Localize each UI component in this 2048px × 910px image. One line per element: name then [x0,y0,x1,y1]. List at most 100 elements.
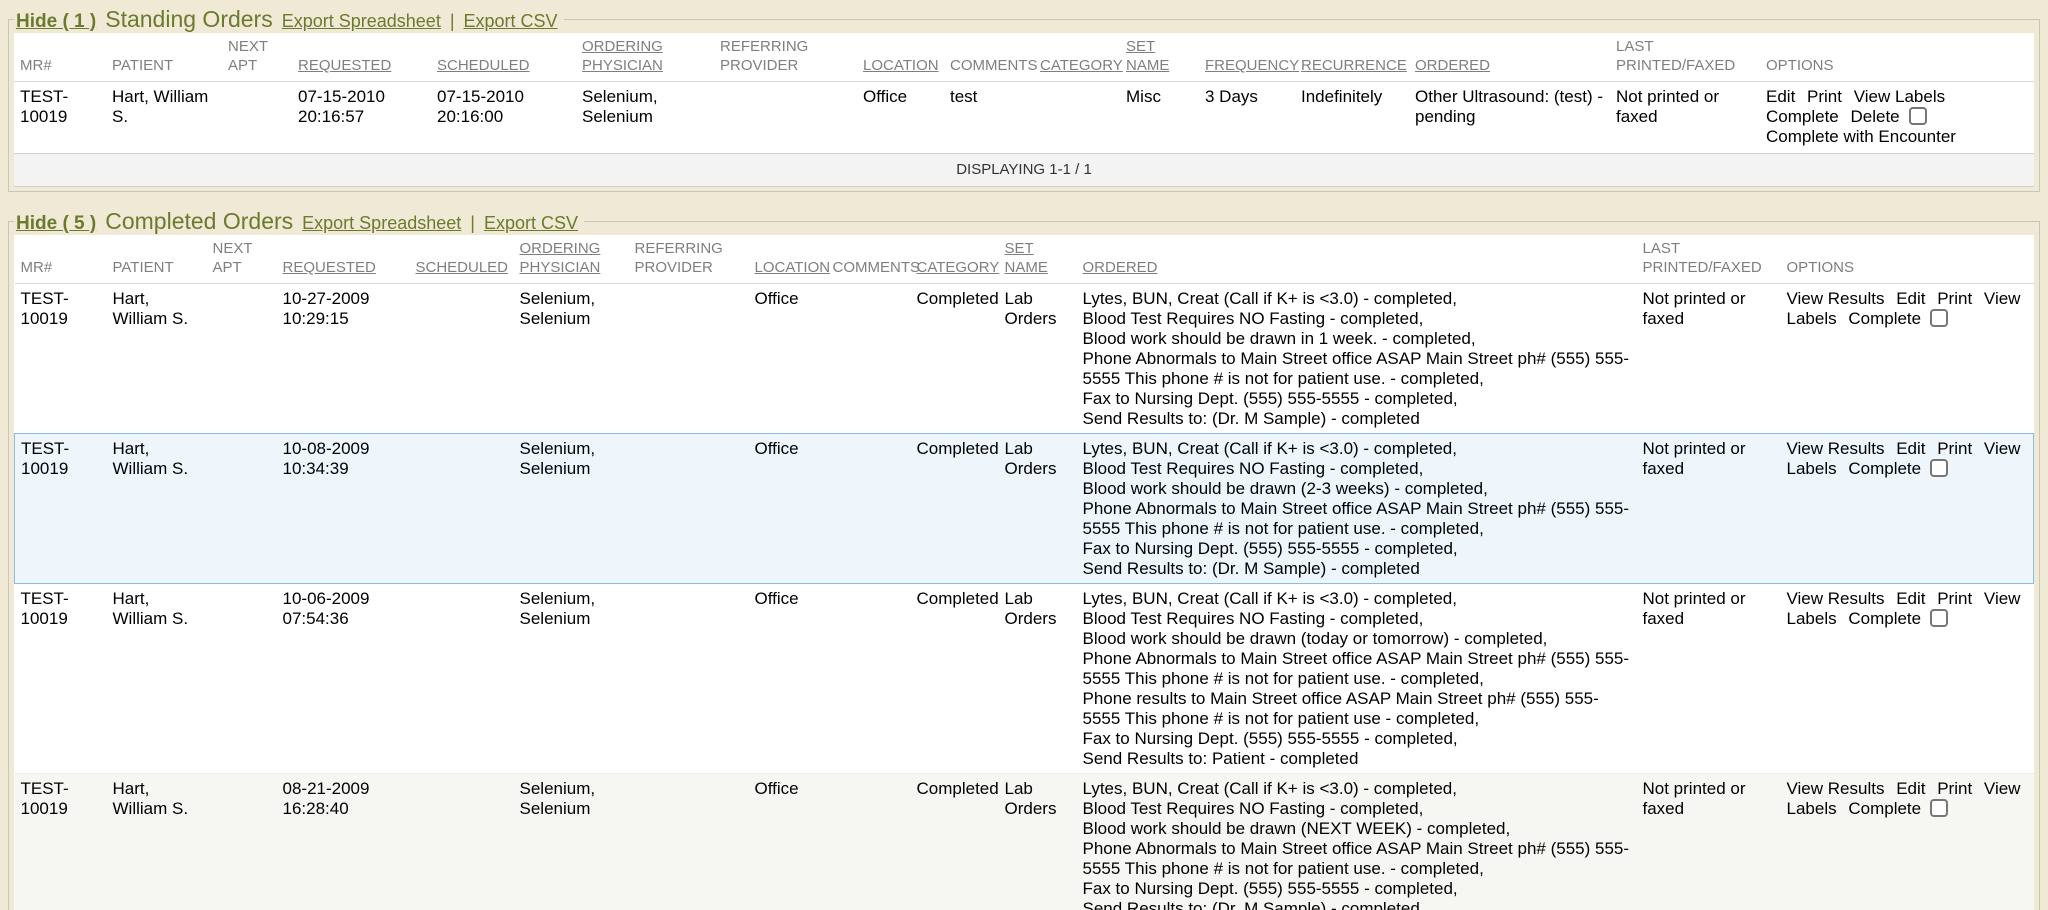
ordered-item: Send Results to: (Dr. M Sample) - comple… [1083,409,1633,429]
col-options: OPTIONS [1785,235,2034,284]
completed-export-csv-link[interactable]: Export CSV [484,213,578,234]
print-link[interactable]: Print [1937,589,1972,608]
cell-options: View Results Edit Print View Labels Comp… [1785,584,2034,774]
cell-ordered: Other Ultrasound: (test) - pending [1413,82,1614,152]
view-results-link[interactable]: View Results [1787,289,1885,308]
delete-link[interactable]: Delete [1851,107,1900,126]
completed-orders-table-container: MR# PATIENT NEXT APT REQUESTED SCHEDULED… [14,235,2034,910]
cell-set-name: Misc [1124,82,1203,152]
cell-frequency: 3 Days [1203,82,1299,152]
col-options: OPTIONS [1764,33,2034,82]
col-frequency-sort[interactable]: FREQUENCY [1203,33,1299,82]
ordered-item: Blood Test Requires NO Fasting - complet… [1083,609,1633,629]
ordered-item: Fax to Nursing Dept. (555) 555-5555 - co… [1083,729,1633,749]
view-results-link[interactable]: View Results [1787,589,1885,608]
completed-order-row-3: TEST-10019 Hart, William S. 10-06-2009 0… [15,584,2034,774]
view-results-link[interactable]: View Results [1787,439,1885,458]
completed-section-title: Completed Orders [105,208,293,235]
completed-order-row-4: TEST-10019 Hart, William S. 08-21-2009 1… [15,774,2034,910]
completed-order-checkbox[interactable] [1930,459,1948,477]
standing-order-checkbox[interactable] [1909,107,1927,125]
ordered-item: Send Results to: (Dr. M Sample) - comple… [1083,559,1633,579]
cell-requested: 08-21-2009 16:28:40 [281,774,414,910]
cell-patient: Hart, William S. [111,434,211,584]
cell-mr: TEST-10019 [15,584,111,774]
cell-next-apt [226,82,296,152]
complete-with-encounter-link[interactable]: Complete with Encounter [1766,127,2019,147]
complete-link[interactable]: Complete [1848,609,1921,628]
col-scheduled-sort[interactable]: SCHEDULED [414,235,518,284]
edit-link[interactable]: Edit [1896,779,1925,798]
ordered-item: Lytes, BUN, Creat (Call if K+ is <3.0) -… [1083,589,1633,609]
cell-last-printed-faxed: Not printed or faxed [1641,284,1785,434]
cell-set-name: Lab Orders [1003,434,1081,584]
col-comments: COMMENTS [831,235,915,284]
col-ordering-physician-sort[interactable]: ORDERING PHYSICIAN [580,33,718,82]
col-set-name-sort[interactable]: SET NAME [1003,235,1081,284]
col-recurrence-sort[interactable]: RECURRENCE [1299,33,1413,82]
view-results-link[interactable]: View Results [1787,779,1885,798]
ordered-item: Phone results to Main Street office ASAP… [1083,689,1633,729]
col-patient: PATIENT [110,33,226,82]
col-referring-provider: REFERRING PROVIDER [633,235,753,284]
cell-patient: Hart, William S. [111,284,211,434]
cell-referring-provider [718,82,861,152]
col-requested-sort[interactable]: REQUESTED [281,235,414,284]
completed-order-checkbox[interactable] [1930,799,1948,817]
cell-requested: 10-27-2009 10:29:15 [281,284,414,434]
cell-mr: TEST-10019 [15,774,111,910]
cell-options: View Results Edit Print View Labels Comp… [1785,284,2034,434]
edit-link[interactable]: Edit [1896,439,1925,458]
col-last-printed-faxed: LAST PRINTED/FAXED [1641,235,1785,284]
cell-location: Office [861,82,948,152]
standing-export-csv-link[interactable]: Export CSV [464,11,558,32]
cell-requested: 10-06-2009 07:54:36 [281,584,414,774]
col-location-sort[interactable]: LOCATION [861,33,948,82]
print-link[interactable]: Print [1807,87,1842,106]
view-labels-link[interactable]: View Labels [1854,87,1945,106]
col-ordering-physician-sort[interactable]: ORDERING PHYSICIAN [518,235,633,284]
completed-order-checkbox[interactable] [1930,309,1948,327]
cell-location: Office [753,284,831,434]
print-link[interactable]: Print [1937,289,1972,308]
cell-scheduled [414,584,518,774]
completed-order-checkbox[interactable] [1930,609,1948,627]
completed-export-spreadsheet-link[interactable]: Export Spreadsheet [302,213,461,234]
completed-hide-toggle[interactable]: Hide ( 5 ) [16,213,96,235]
col-category-sort[interactable]: CATEGORY [1038,33,1124,82]
complete-link[interactable]: Complete [1766,107,1839,126]
cell-comments [831,284,915,434]
standing-export-spreadsheet-link[interactable]: Export Spreadsheet [282,11,441,32]
col-requested-sort[interactable]: REQUESTED [296,33,435,82]
standing-export-separator: | [450,11,455,32]
col-ordered-sort[interactable]: ORDERED [1081,235,1641,284]
col-set-name-sort[interactable]: SET NAME [1124,33,1203,82]
cell-last-printed-faxed: Not printed or faxed [1614,82,1764,152]
ordered-item: Blood Test Requires NO Fasting - complet… [1083,459,1633,479]
ordered-item: Lytes, BUN, Creat (Call if K+ is <3.0) -… [1083,439,1633,459]
complete-link[interactable]: Complete [1848,309,1921,328]
standing-hide-toggle[interactable]: Hide ( 1 ) [16,11,96,33]
col-location-sort[interactable]: LOCATION [753,235,831,284]
edit-link[interactable]: Edit [1896,589,1925,608]
cell-options: View Results Edit Print View Labels Comp… [1785,774,2034,910]
col-category-sort[interactable]: CATEGORY [915,235,1003,284]
ordered-item: Lytes, BUN, Creat (Call if K+ is <3.0) -… [1083,289,1633,309]
col-ordered-sort[interactable]: ORDERED [1413,33,1614,82]
complete-link[interactable]: Complete [1848,459,1921,478]
cell-scheduled [414,434,518,584]
col-scheduled-sort[interactable]: SCHEDULED [435,33,580,82]
print-link[interactable]: Print [1937,439,1972,458]
cell-referring-provider [633,284,753,434]
edit-link[interactable]: Edit [1766,87,1795,106]
cell-patient: Hart, William S. [111,774,211,910]
cell-comments [831,434,915,584]
standing-paging-status: DISPLAYING 1-1 / 1 [14,153,2034,187]
edit-link[interactable]: Edit [1896,289,1925,308]
cell-last-printed-faxed: Not printed or faxed [1641,774,1785,910]
print-link[interactable]: Print [1937,779,1972,798]
cell-ordering-physician: Selenium, Selenium [518,284,633,434]
standing-orders-legend: Hide ( 1 ) Standing Orders Export Spread… [14,6,564,33]
complete-link[interactable]: Complete [1848,799,1921,818]
completed-order-row-2-selected: TEST-10019 Hart, William S. 10-08-2009 1… [15,434,2034,584]
